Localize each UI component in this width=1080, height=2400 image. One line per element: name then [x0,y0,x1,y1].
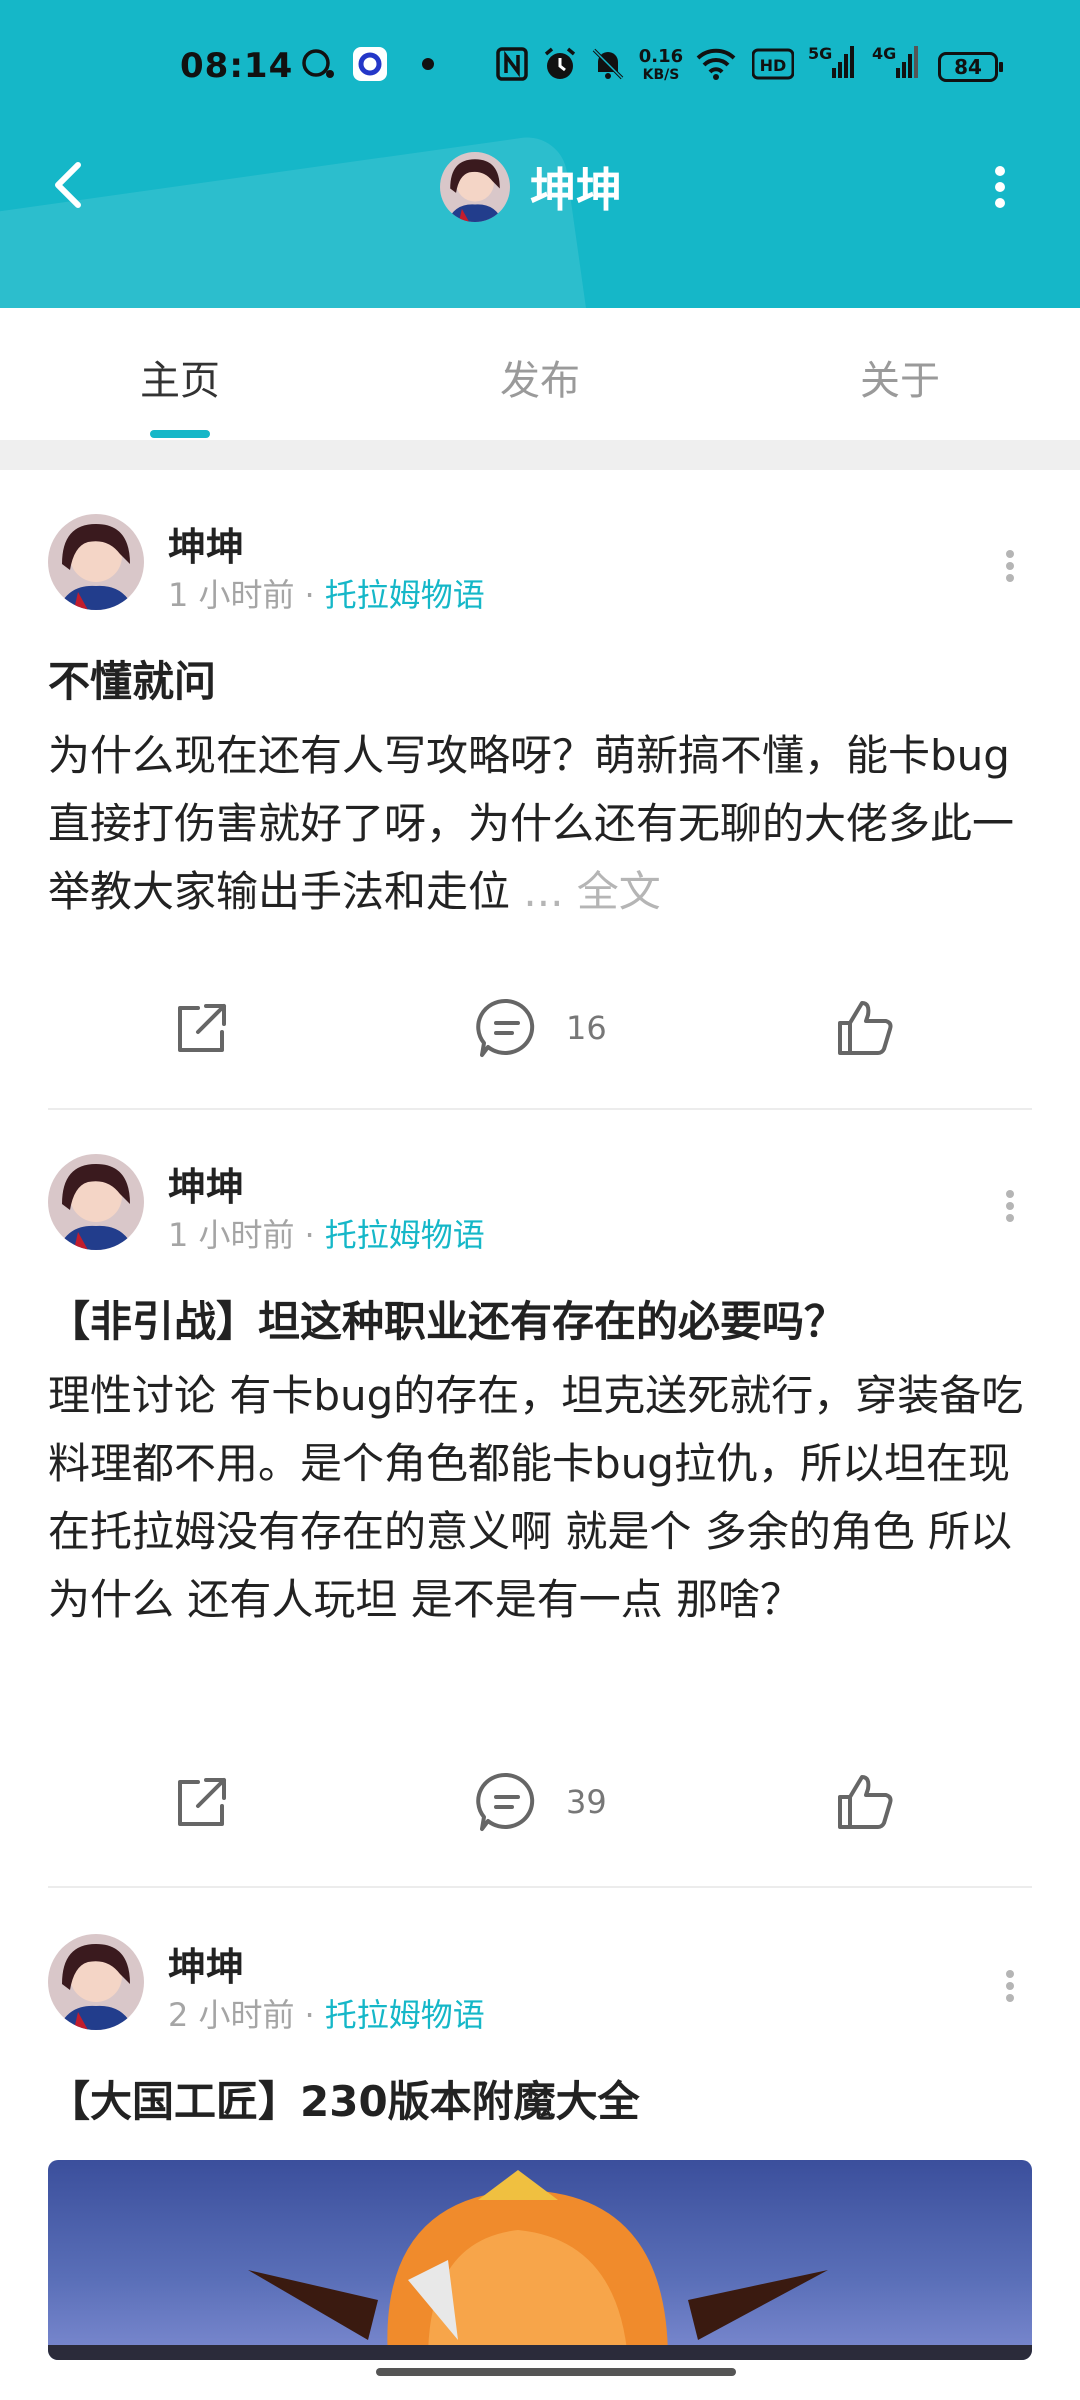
post-more-button[interactable] [1000,1966,1020,2014]
post-actions: 39 [0,1762,1080,1842]
meta-separator: · [304,1996,315,2034]
mute-bell-icon [590,44,626,84]
share-button[interactable] [170,988,234,1068]
hd-icon: HD [752,44,794,84]
app-header: 08:14 0.16 KB/S HD 5G 4G 84 坤坤 [0,0,1080,308]
game-tag[interactable]: 托拉姆物语 [325,1996,485,2034]
comment-icon [476,1772,535,1831]
nfc-icon [496,44,528,84]
post-more-button[interactable] [1000,546,1020,594]
profile-title: 坤坤 [440,150,622,224]
post-more-button[interactable] [1000,1186,1020,1234]
post-meta: 1 小时前 · 托拉姆物语 [168,1210,485,1256]
share-icon [178,1778,226,1826]
like-button[interactable] [832,1762,898,1842]
svg-text:HD: HD [760,56,787,75]
profile-tabs: 主页 发布 关于 [0,308,1080,441]
meta-separator: · [304,1216,315,1254]
anime-character-image [48,2170,1032,2360]
post-divider [48,1886,1032,1888]
author-name[interactable]: 坤坤 [168,516,244,571]
section-gap [0,440,1080,470]
comment-button[interactable]: 39 [474,1762,607,1842]
tab-home[interactable]: 主页 [80,348,280,406]
network-speed-value: 0.16 [638,46,684,67]
network-speed-unit: KB/S [642,67,680,83]
tab-posts[interactable]: 发布 [440,348,640,406]
comment-icon [476,998,535,1057]
page-title: 坤坤 [530,163,622,217]
post-body: 理性讨论 有卡bug的存在，坦克送死就行，穿装备吃料理都不用。是个角色都能卡bu… [48,1371,1024,1624]
signal-5g-label: 5G [808,44,833,63]
share-icon [178,1004,226,1052]
post-time: 1 小时前 [168,576,295,614]
post-meta: 2 小时前 · 托拉姆物语 [168,1990,485,2036]
signal-5g: 5G [808,44,856,84]
avatar[interactable] [48,1154,144,1250]
game-tag[interactable]: 托拉姆物语 [325,576,485,614]
post-title: 不懂就问 [48,657,217,706]
status-time: 08:14 [180,46,294,86]
tab-about[interactable]: 关于 [800,348,1000,406]
avatar[interactable] [48,514,144,610]
signal-4g-label: 4G [872,44,897,63]
app-notification-icon [352,44,388,84]
author-name[interactable]: 坤坤 [168,1156,244,1211]
post-time: 1 小时前 [168,1216,295,1254]
game-tag[interactable]: 托拉姆物语 [325,1216,485,1254]
share-button[interactable] [170,1762,234,1842]
thumbs-up-icon [838,1775,893,1829]
like-button[interactable] [832,988,898,1068]
dot-icon [422,44,434,84]
post-card[interactable]: 坤坤 1 小时前 · 托拉姆物语 【非引战】坦这种职业还有存在的必要吗？ 理性讨论 … [0,1110,1080,1890]
comment-count: 39 [566,1783,607,1821]
more-options-button[interactable] [985,160,1015,220]
read-more-link[interactable]: ... 全文 [523,867,660,916]
back-button[interactable] [40,155,100,215]
status-bar: 08:14 0.16 KB/S HD 5G 4G 84 [0,0,1080,140]
author-name[interactable]: 坤坤 [168,1936,244,1991]
comment-button[interactable]: 16 [474,988,607,1068]
wifi-icon [694,44,738,84]
comment-count: 16 [566,1009,607,1047]
post-actions: 16 [0,988,1080,1068]
post-time: 2 小时前 [168,1996,295,2034]
avatar[interactable] [440,152,510,222]
active-tab-indicator [150,430,210,438]
meta-separator: · [304,576,315,614]
signal-4g: 4G [872,44,920,84]
post-title: 【大国工匠】230版本附魔大全 [48,2077,640,2126]
top-navigation: 坤坤 [0,130,1080,240]
avatar[interactable] [48,1934,144,2030]
home-indicator[interactable] [376,2368,736,2376]
battery-indicator: 84 [938,52,1003,82]
chat-bubble-icon [298,44,338,84]
post-image[interactable] [48,2160,1032,2360]
post-card[interactable]: 坤坤 1 小时前 · 托拉姆物语 不懂就问 为什么现在还有人写攻略呀？萌新搞不懂，能… [0,470,1080,1110]
back-arrow-icon [55,162,81,208]
alarm-icon [542,44,578,84]
post-body: 为什么现在还有人写攻略呀？萌新搞不懂，能卡bug直接打伤害就好了呀，为什么还有无… [48,722,1028,926]
post-meta: 1 小时前 · 托拉姆物语 [168,570,485,616]
network-speed: 0.16 KB/S [636,48,686,84]
thumbs-up-icon [838,1001,893,1055]
post-title: 【非引战】坦这种职业还有存在的必要吗？ [48,1297,847,1346]
